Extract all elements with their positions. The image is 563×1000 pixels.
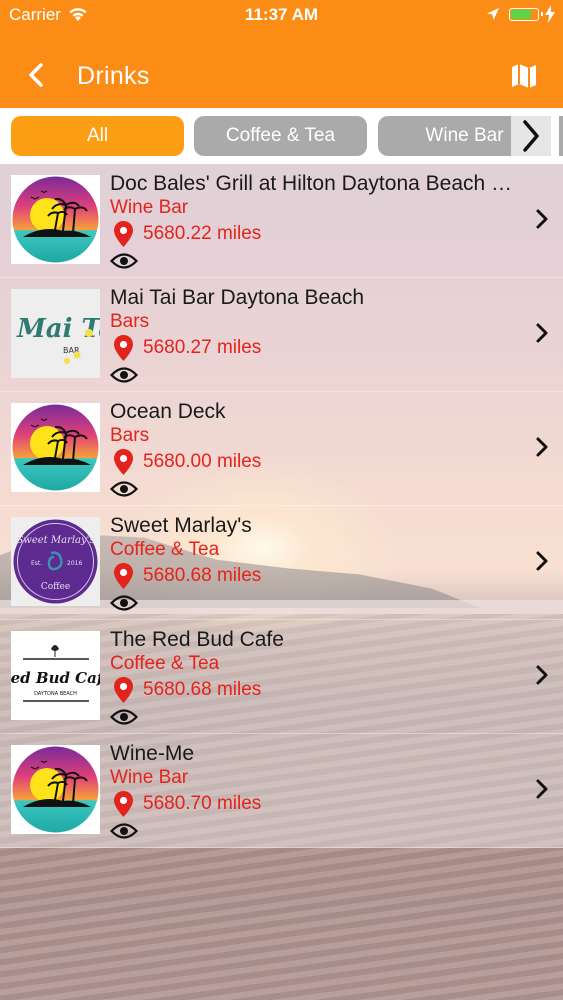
chevron-right-icon xyxy=(536,665,548,685)
svg-text:Sweet Marlay's: Sweet Marlay's xyxy=(16,535,94,546)
mai-tai-bar-logo: Mai Tai BAR xyxy=(11,289,100,378)
place-name: Sweet Marlay's xyxy=(110,514,252,537)
place-category: Coffee & Tea xyxy=(110,539,220,560)
location-pin-icon xyxy=(114,677,133,703)
place-distance: 5680.22 miles xyxy=(143,223,262,244)
location-pin-icon xyxy=(114,221,133,247)
next-tab-edge xyxy=(559,116,563,156)
chevron-right-icon xyxy=(536,551,548,571)
status-time: 11:37 AM xyxy=(244,5,319,24)
place-name: Doc Bales' Grill at Hilton Daytona Beach… xyxy=(110,172,525,195)
svg-text:Est.: Est. xyxy=(31,560,42,567)
tab-all[interactable]: All xyxy=(11,116,184,156)
list-item[interactable]: Ocean Deck Bars 5680.00 miles xyxy=(0,392,563,506)
place-thumbnail xyxy=(11,745,100,834)
status-bar: Carrier 11:37 AM xyxy=(0,0,563,30)
list-item[interactable]: Mai Tai BAR Mai Tai Bar Daytona Beach Ba… xyxy=(0,278,563,392)
sunset-island-logo xyxy=(12,176,99,263)
tab-coffee-tea[interactable]: Coffee & Tea xyxy=(194,116,367,156)
page-title: Drinks xyxy=(77,62,150,90)
places-list: Doc Bales' Grill at Hilton Daytona Beach… xyxy=(0,164,563,848)
place-distance: 5680.70 miles xyxy=(143,793,262,814)
place-thumbnail: Sweet Marlay's Est. 2016 Coffee xyxy=(11,517,100,606)
list-item[interactable]: Red Bud Cafe DAYTONA BEACH The Red Bud C… xyxy=(0,620,563,734)
place-name: Ocean Deck xyxy=(110,400,226,423)
place-category: Wine Bar xyxy=(110,197,189,218)
place-category: Bars xyxy=(110,425,150,446)
back-chevron-icon[interactable] xyxy=(24,60,48,90)
category-tab-bar: All Coffee & Tea Wine Bar xyxy=(0,108,563,164)
chevron-right-icon xyxy=(536,779,548,799)
place-category: Coffee & Tea xyxy=(110,653,220,674)
place-category: Wine Bar xyxy=(110,767,189,788)
sweet-marlays-logo: Sweet Marlay's Est. 2016 Coffee xyxy=(11,517,100,606)
svg-text:Coffee: Coffee xyxy=(41,582,70,592)
place-distance: 5680.68 miles xyxy=(143,565,262,586)
location-pin-icon xyxy=(114,791,133,817)
svg-text:DAYTONA BEACH: DAYTONA BEACH xyxy=(34,691,77,697)
place-name: The Red Bud Cafe xyxy=(110,628,284,651)
navigation-bar: Drinks xyxy=(0,30,563,108)
list-item[interactable]: Sweet Marlay's Est. 2016 Coffee Sweet Ma… xyxy=(0,506,563,620)
place-name: Mai Tai Bar Daytona Beach xyxy=(110,286,365,309)
place-thumbnail xyxy=(11,403,100,492)
place-thumbnail: Mai Tai BAR xyxy=(11,289,100,378)
svg-text:Red Bud Cafe: Red Bud Cafe xyxy=(11,669,100,687)
place-thumbnail xyxy=(11,175,100,264)
list-item[interactable]: Doc Bales' Grill at Hilton Daytona Beach… xyxy=(0,164,563,278)
location-arrow-icon xyxy=(487,8,499,20)
location-pin-icon xyxy=(114,449,133,475)
chevron-right-icon xyxy=(536,323,548,343)
eye-icon[interactable] xyxy=(110,480,138,498)
place-distance: 5680.68 miles xyxy=(143,679,262,700)
place-name: Wine-Me xyxy=(110,742,195,765)
sunset-island-logo xyxy=(12,404,99,491)
charging-bolt-icon xyxy=(545,5,555,23)
scroll-tabs-right-button[interactable] xyxy=(511,116,551,156)
location-pin-icon xyxy=(114,335,133,361)
place-distance: 5680.00 miles xyxy=(143,451,262,472)
battery-icon xyxy=(509,8,543,21)
place-distance: 5680.27 miles xyxy=(143,337,262,358)
chevron-right-icon xyxy=(536,209,548,229)
svg-text:2016: 2016 xyxy=(67,560,82,567)
chevron-right-icon xyxy=(536,437,548,457)
list-item[interactable]: Wine-Me Wine Bar 5680.70 miles xyxy=(0,734,563,848)
eye-icon[interactable] xyxy=(110,366,138,384)
red-bud-cafe-logo: Red Bud Cafe DAYTONA BEACH xyxy=(11,631,100,720)
location-pin-icon xyxy=(114,563,133,589)
sunset-island-logo xyxy=(12,746,99,833)
place-category: Bars xyxy=(110,311,150,332)
map-icon[interactable] xyxy=(510,63,538,89)
eye-icon[interactable] xyxy=(110,594,138,612)
eye-icon[interactable] xyxy=(110,708,138,726)
eye-icon[interactable] xyxy=(110,822,138,840)
place-thumbnail: Red Bud Cafe DAYTONA BEACH xyxy=(11,631,100,720)
eye-icon[interactable] xyxy=(110,252,138,270)
svg-text:Mai Tai: Mai Tai xyxy=(16,314,100,344)
chevron-right-icon xyxy=(523,120,539,152)
